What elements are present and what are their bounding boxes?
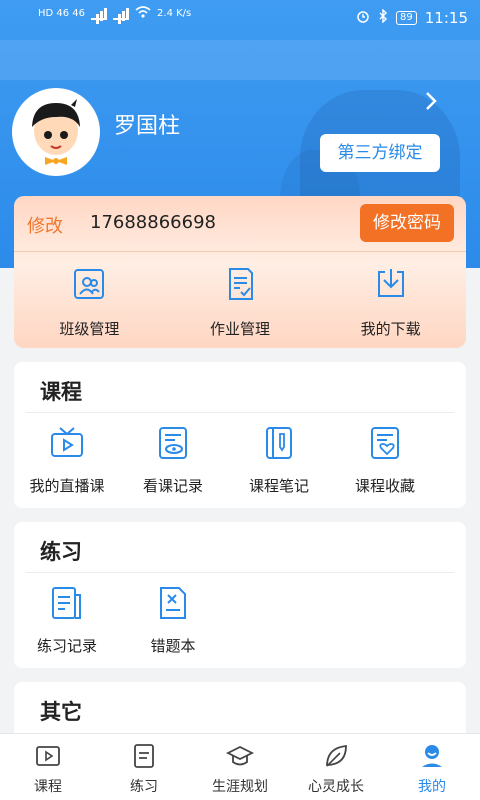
watch-record-label: 看课记录 — [142, 477, 203, 495]
leaf-icon — [322, 742, 350, 770]
graduation-cap-icon — [225, 742, 255, 770]
status-right: 89 11:15 — [356, 8, 468, 27]
nav-practice[interactable]: 练习 — [96, 734, 192, 800]
courses-grid: 我的直播课 看课记录 课程笔记 课程收藏 — [14, 413, 466, 496]
watch-record-item[interactable]: 看课记录 — [120, 425, 226, 496]
status-bar: HD 46 46 2.4 K/s 89 11:15 — [0, 0, 480, 36]
practice-record-icon — [49, 585, 85, 621]
live-tv-icon — [49, 425, 85, 461]
practice-section: 练习 练习记录 错题本 — [14, 522, 466, 668]
nav-career[interactable]: 生涯规划 — [192, 734, 288, 800]
network-speed: 2.4 K/s — [157, 8, 192, 19]
courses-section: 课程 我的直播课 看课记录 课程笔记 课程收藏 — [14, 362, 466, 508]
class-manage-icon — [71, 266, 107, 302]
my-live-course-label: 我的直播课 — [29, 477, 105, 495]
class-manage-item[interactable]: 班级管理 — [14, 252, 165, 348]
watch-record-icon — [155, 425, 191, 461]
nav-mine-label: 我的 — [418, 779, 446, 795]
play-icon — [34, 742, 62, 770]
nav-growth-label: 心灵成长 — [308, 779, 364, 795]
practice-title: 练习 — [40, 540, 82, 564]
network-indicator: HD 46 46 — [38, 8, 86, 19]
notebook-icon — [261, 425, 297, 461]
account-row: 修改 17688866698 修改密码 — [14, 196, 466, 252]
courses-title: 课程 — [40, 380, 82, 404]
battery-level: 89 — [396, 11, 417, 25]
edit-link[interactable]: 修改 — [27, 212, 63, 238]
bluetooth-icon — [378, 8, 388, 27]
user-name: 罗国柱 — [114, 114, 181, 139]
my-downloads-label: 我的下载 — [360, 320, 421, 338]
favorite-icon — [367, 425, 403, 461]
alarm-icon — [356, 9, 370, 27]
wrong-answers-item[interactable]: 错题本 — [120, 585, 226, 656]
course-notes-label: 课程笔记 — [248, 477, 309, 495]
account-card: 修改 17688866698 修改密码 班级管理 作业管理 我的下载 — [14, 196, 466, 348]
homework-manage-label: 作业管理 — [210, 320, 271, 338]
wifi-icon — [135, 6, 151, 21]
phone-number: 17688866698 — [90, 212, 216, 233]
my-downloads-item[interactable]: 我的下载 — [315, 252, 466, 348]
my-live-course-item[interactable]: 我的直播课 — [14, 425, 120, 496]
homework-manage-icon — [222, 266, 258, 302]
nav-courses-label: 课程 — [34, 779, 62, 795]
wrong-answers-icon — [155, 585, 191, 621]
user-icon — [418, 742, 446, 770]
status-left: HD 46 46 2.4 K/s — [38, 6, 191, 21]
nav-growth[interactable]: 心灵成长 — [288, 734, 384, 800]
avatar[interactable] — [12, 88, 100, 176]
class-manage-label: 班级管理 — [59, 320, 120, 338]
course-favorites-item[interactable]: 课程收藏 — [332, 425, 438, 496]
download-icon — [373, 266, 409, 302]
practice-record-item[interactable]: 练习记录 — [14, 585, 120, 656]
nav-practice-label: 练习 — [130, 779, 158, 795]
wrong-answers-label: 错题本 — [150, 637, 196, 655]
chevron-right-icon[interactable] — [424, 90, 438, 118]
nav-courses[interactable]: 课程 — [0, 734, 96, 800]
other-title: 其它 — [40, 700, 82, 724]
homework-manage-item[interactable]: 作业管理 — [165, 252, 316, 348]
change-password-button[interactable]: 修改密码 — [360, 204, 454, 242]
bottom-nav: 课程 练习 生涯规划 心灵成长 我的 — [0, 733, 480, 800]
clock: 11:15 — [424, 9, 468, 27]
course-notes-item[interactable]: 课程笔记 — [226, 425, 332, 496]
signal-icon — [113, 7, 130, 20]
quick-actions: 班级管理 作业管理 我的下载 — [14, 252, 466, 348]
course-favorites-label: 课程收藏 — [354, 477, 415, 495]
signal-icon — [91, 7, 108, 20]
third-party-bind-button[interactable]: 第三方绑定 — [320, 134, 440, 172]
practice-record-label: 练习记录 — [36, 637, 97, 655]
nav-mine[interactable]: 我的 — [384, 734, 480, 800]
nav-career-label: 生涯规划 — [212, 779, 268, 795]
header-background-stripe — [0, 40, 480, 80]
practice-grid: 练习记录 错题本 — [14, 573, 466, 656]
document-icon — [130, 742, 158, 770]
